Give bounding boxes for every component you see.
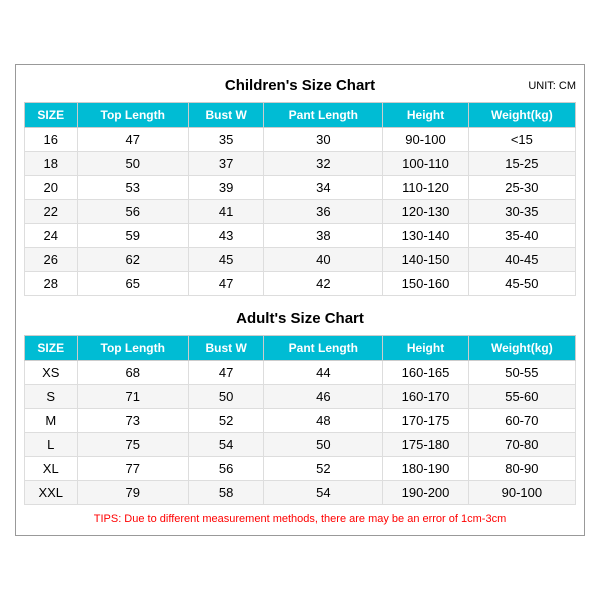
children-col-pant: Pant Length <box>264 103 383 128</box>
adult-col-height: Height <box>383 336 468 361</box>
table-row: 26624540140-15040-45 <box>25 248 576 272</box>
children-table: SIZE Top Length Bust W Pant Length Heigh… <box>24 102 576 296</box>
adult-section-title: Adult's Size Chart <box>24 306 576 331</box>
table-row: S715046160-17055-60 <box>25 385 576 409</box>
table-row: 28654742150-16045-50 <box>25 272 576 296</box>
adult-col-top-length: Top Length <box>77 336 188 361</box>
adult-col-pant: Pant Length <box>264 336 383 361</box>
children-col-weight: Weight(kg) <box>468 103 575 128</box>
table-row: XL775652180-19080-90 <box>25 457 576 481</box>
table-row: 1647353090-100<15 <box>25 128 576 152</box>
adult-col-size: SIZE <box>25 336 78 361</box>
table-row: L755450175-18070-80 <box>25 433 576 457</box>
table-row: 22564136120-13030-35 <box>25 200 576 224</box>
children-col-bust: Bust W <box>188 103 263 128</box>
children-col-height: Height <box>383 103 468 128</box>
children-col-top-length: Top Length <box>77 103 188 128</box>
table-row: 18503732100-11015-25 <box>25 152 576 176</box>
adult-header-row: SIZE Top Length Bust W Pant Length Heigh… <box>25 336 576 361</box>
adult-col-weight: Weight(kg) <box>468 336 575 361</box>
children-header-row: SIZE Top Length Bust W Pant Length Heigh… <box>25 103 576 128</box>
table-row: 20533934110-12025-30 <box>25 176 576 200</box>
tips-text: TIPS: Due to different measurement metho… <box>24 513 576 527</box>
adult-table: SIZE Top Length Bust W Pant Length Heigh… <box>24 335 576 505</box>
adult-title-text: Adult's Size Chart <box>236 310 364 327</box>
table-row: M735248170-17560-70 <box>25 409 576 433</box>
table-row: 24594338130-14035-40 <box>25 224 576 248</box>
children-title-text: Children's Size Chart <box>225 77 375 94</box>
unit-label: UNIT: CM <box>528 80 576 92</box>
table-row: XXL795854190-20090-100 <box>25 481 576 505</box>
adult-col-bust: Bust W <box>188 336 263 361</box>
children-col-size: SIZE <box>25 103 78 128</box>
children-section-title: Children's Size Chart UNIT: CM <box>24 73 576 98</box>
chart-wrapper: Children's Size Chart UNIT: CM SIZE Top … <box>15 64 585 536</box>
table-row: XS684744160-16550-55 <box>25 361 576 385</box>
